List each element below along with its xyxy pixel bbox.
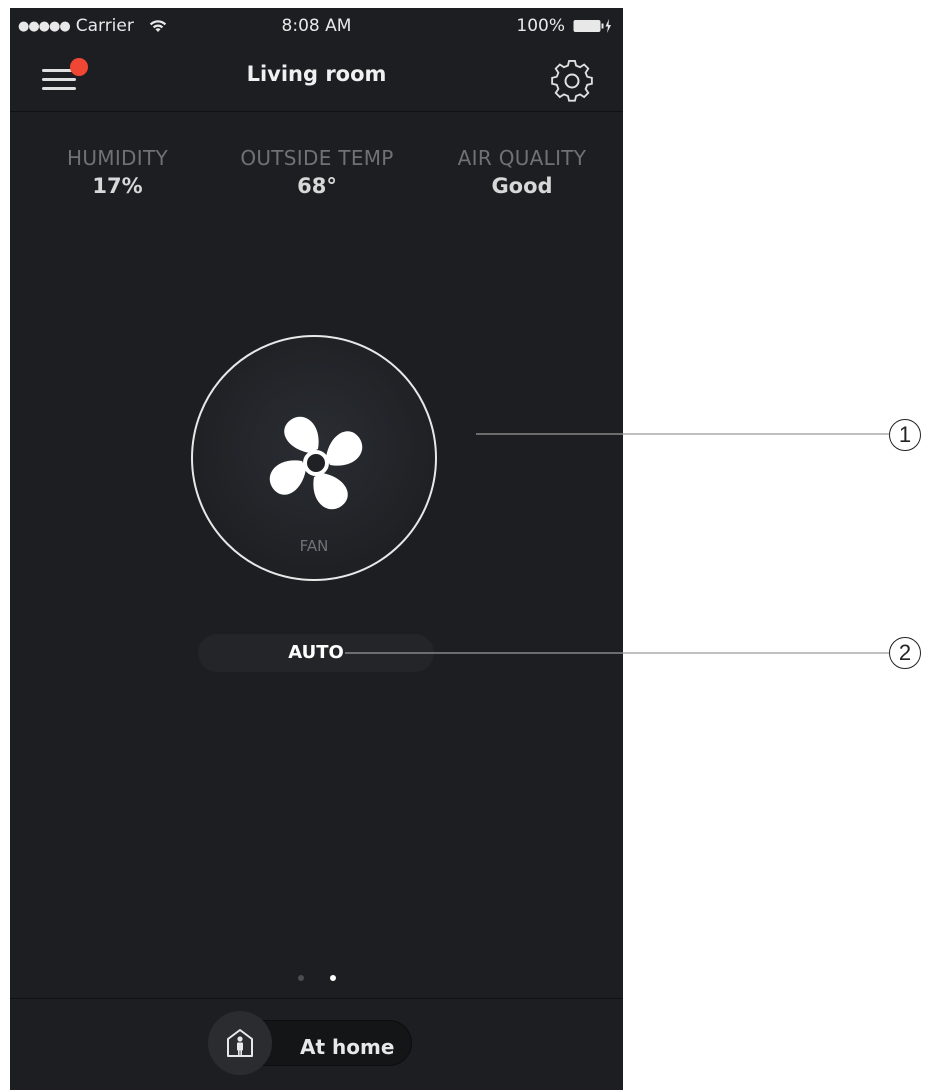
charging-icon [605, 19, 611, 33]
fan-dial-button[interactable]: FAN [191, 335, 437, 581]
navigation-bar: Living room [10, 46, 623, 112]
stats-row: HUMIDITY 17% OUTSIDE TEMP 68° AIR QUALIT… [10, 146, 623, 216]
callout-marker-2: 2 [889, 637, 921, 669]
fan-mode-label: AUTO [288, 642, 344, 663]
page-indicator [10, 975, 623, 981]
battery-icon [573, 19, 611, 33]
page-dot-active[interactable] [329, 975, 336, 981]
stat-air-quality: AIR QUALITY Good [442, 146, 602, 198]
stat-outside-temp: OUTSIDE TEMP 68° [232, 146, 402, 198]
bottom-bar: At home [10, 998, 623, 1090]
stat-label: AIR QUALITY [457, 146, 587, 170]
stat-humidity: HUMIDITY 17% [50, 146, 185, 198]
stat-label: HUMIDITY [67, 146, 168, 170]
fan-label: FAN [299, 537, 329, 555]
stat-value: 68° [297, 174, 337, 198]
status-bar: ●●●●● Carrier 8:08 AM 100% [10, 8, 623, 46]
callout-marker-1: 1 [889, 419, 921, 451]
at-home-label: At home [300, 1035, 395, 1059]
fan-icon [269, 416, 363, 510]
stat-label: OUTSIDE TEMP [240, 146, 394, 170]
menu-line [42, 87, 76, 90]
page-dot[interactable] [297, 975, 304, 981]
home-person-button[interactable] [208, 1011, 272, 1075]
screenshot-stage: ●●●●● Carrier 8:08 AM 100% Living room H… [0, 0, 930, 1090]
phone-screen: ●●●●● Carrier 8:08 AM 100% Living room H… [10, 8, 623, 1090]
battery-percent: 100% [516, 16, 565, 36]
home-person-icon [227, 1029, 253, 1057]
page-title: Living room [246, 62, 387, 86]
fan-mode-selector[interactable]: AUTO [198, 634, 434, 672]
stat-value: 17% [92, 174, 143, 198]
status-right: 100% [516, 16, 613, 36]
stat-value: Good [491, 174, 553, 198]
gear-icon[interactable] [549, 58, 595, 104]
